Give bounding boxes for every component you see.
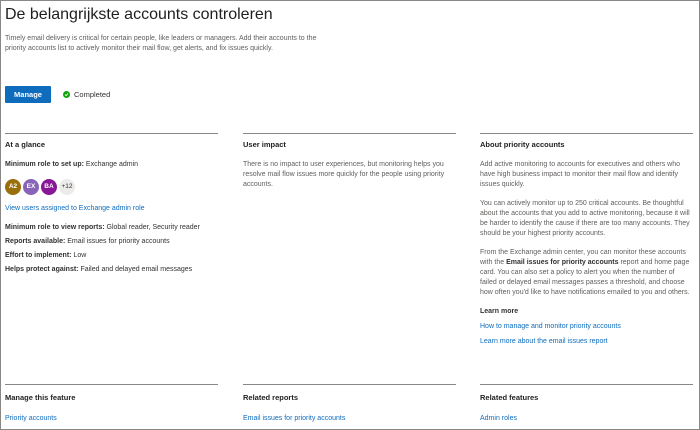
reports-available-label: Reports available: [5, 238, 66, 245]
user-impact-section: User impact There is no impact to user e… [243, 140, 456, 190]
reports-available-value: Email issues for priority accounts [65, 238, 170, 245]
status-indicator: Completed [63, 90, 110, 99]
page-title: De belangrijkste accounts controleren [5, 6, 273, 23]
priority-accounts-link[interactable]: Priority accounts [5, 414, 218, 424]
min-role-setup-label: Minimum role to set up: [5, 161, 84, 168]
learn-more-heading: Learn more [480, 308, 519, 315]
about-paragraph: You can actively monitor up to 250 criti… [480, 200, 690, 237]
about-priority-accounts-section: About priority accounts Add active monit… [480, 140, 692, 347]
avatar[interactable]: A2 [5, 179, 21, 195]
section-heading: Related features [480, 393, 539, 402]
divider [480, 133, 693, 134]
effort-value: Low [71, 252, 87, 259]
avatar-group[interactable]: A2 EX BA +12 [5, 179, 218, 195]
min-role-reports-label: Minimum role to view reports: [5, 224, 105, 231]
avatar-overflow-count[interactable]: +12 [59, 179, 75, 195]
divider [480, 384, 693, 385]
protect-label: Helps protect against: [5, 266, 79, 273]
at-a-glance-section: At a glance Minimum role to set up: Exch… [5, 140, 218, 275]
section-heading: At a glance [5, 140, 46, 149]
manage-button[interactable]: Manage [5, 86, 51, 103]
divider [5, 133, 218, 134]
report-name: Email issues for priority accounts [506, 259, 619, 266]
email-issues-report-link[interactable]: Learn more about the email issues report [480, 337, 692, 347]
divider [243, 384, 456, 385]
section-heading: User impact [243, 140, 286, 149]
reports-available: Reports available: Email issues for prio… [5, 237, 218, 247]
avatar[interactable]: BA [41, 179, 57, 195]
helps-protect-against: Helps protect against: Failed and delaye… [5, 265, 218, 275]
manage-priority-accounts-link[interactable]: How to manage and monitor priority accou… [480, 322, 692, 332]
view-users-link[interactable]: View users assigned to Exchange admin ro… [5, 204, 218, 214]
effort-label: Effort to implement: [5, 252, 72, 259]
about-paragraph: From the Exchange admin center, you can … [480, 248, 692, 298]
min-role-setup: Minimum role to set up: Exchange admin [5, 160, 218, 170]
min-role-reports-value: Global reader, Security reader [104, 224, 200, 231]
checkmark-icon [63, 91, 70, 98]
admin-roles-link[interactable]: Admin roles [480, 414, 692, 424]
status-label: Completed [74, 90, 111, 99]
about-paragraph: Add active monitoring to accounts for ex… [480, 161, 680, 188]
avatar[interactable]: EX [23, 179, 39, 195]
user-impact-text: There is no impact to user experiences, … [243, 161, 445, 188]
section-heading: Manage this feature [5, 393, 76, 402]
effort-to-implement: Effort to implement: Low [5, 251, 218, 261]
divider [5, 384, 218, 385]
page-description: Timely email delivery is critical for ce… [5, 35, 317, 52]
min-role-reports: Minimum role to view reports: Global rea… [5, 223, 218, 233]
min-role-setup-value: Exchange admin [83, 161, 139, 168]
manage-feature-section: Manage this feature Priority accounts [5, 393, 218, 424]
protect-value: Failed and delayed email messages [78, 266, 193, 273]
section-heading: About priority accounts [480, 140, 565, 149]
related-reports-section: Related reports Email issues for priorit… [243, 393, 456, 424]
divider [243, 133, 456, 134]
section-heading: Related reports [243, 393, 299, 402]
related-features-section: Related features Admin roles [480, 393, 692, 424]
email-issues-link[interactable]: Email issues for priority accounts [243, 414, 456, 424]
